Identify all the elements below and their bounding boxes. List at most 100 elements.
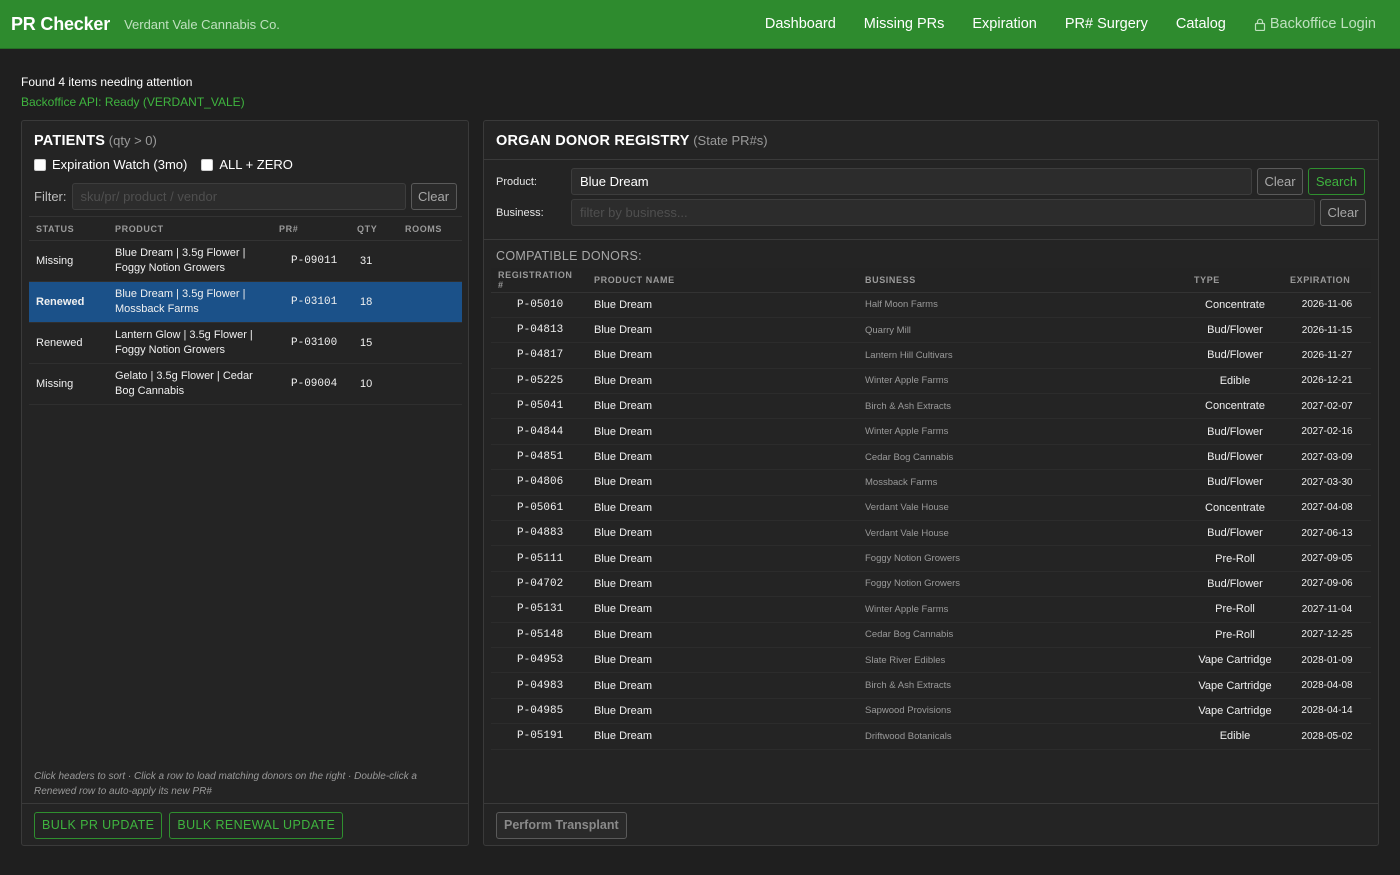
donor-row[interactable]: P-04883 Blue Dream Verdant Vale House Bud/F… xyxy=(491,520,1371,547)
col-expiration[interactable]: EXPIRATION xyxy=(1283,268,1371,293)
business-clear-button[interactable]: Clear xyxy=(1320,199,1366,226)
col-product-name[interactable]: PRODUCT NAME xyxy=(587,268,858,293)
nav-catalog[interactable]: Catalog xyxy=(1176,16,1226,32)
donor-business: Quarry Mill xyxy=(858,317,1187,344)
patient-options: Expiration Watch (3mo) ALL + ZERO xyxy=(34,157,307,172)
donor-registration: P-04985 xyxy=(491,698,587,725)
donor-expiration: 2027-04-08 xyxy=(1283,495,1371,522)
donor-row[interactable]: P-05010 Blue Dream Half Moon Farms Concentr… xyxy=(491,292,1371,318)
donors-table: REGISTRATION # PRODUCT NAME BUSINESS TYP… xyxy=(491,268,1371,750)
donor-row[interactable]: P-04806 Blue Dream Mossback Farms Bud/Flowe… xyxy=(491,469,1371,496)
nav-expiration[interactable]: Expiration xyxy=(972,16,1036,32)
perform-transplant-button[interactable]: Perform Transplant xyxy=(496,811,627,839)
donor-expiration: 2027-06-13 xyxy=(1283,520,1371,547)
donor-product-name: Blue Dream xyxy=(587,368,858,395)
col-rooms[interactable]: ROOMS xyxy=(398,216,462,241)
donor-type: Edible xyxy=(1187,368,1283,395)
patient-pr: P-09011 xyxy=(272,240,350,282)
product-clear-button[interactable]: Clear xyxy=(1257,168,1303,195)
donor-expiration: 2027-09-06 xyxy=(1283,571,1371,598)
patient-product: Gelato | 3.5g Flower | Cedar Bog Cannabi… xyxy=(108,363,272,405)
expiration-watch-checkbox[interactable] xyxy=(34,158,46,171)
patient-row[interactable]: Missing Blue Dream | 3.5g Flower | Foggy… xyxy=(29,240,462,282)
donor-product-name: Blue Dream xyxy=(587,672,858,699)
donor-business: Foggy Notion Growers xyxy=(858,571,1187,598)
patient-row[interactable]: Missing Gelato | 3.5g Flower | Cedar Bog… xyxy=(29,363,462,405)
col-pr[interactable]: PR# xyxy=(272,216,350,241)
donor-row[interactable]: P-04851 Blue Dream Cedar Bog Cannabis Bud/F… xyxy=(491,444,1371,471)
all-zero-toggle[interactable]: ALL + ZERO xyxy=(201,157,293,172)
col-product[interactable]: PRODUCT xyxy=(108,216,272,241)
donor-registration: P-04953 xyxy=(491,647,587,674)
donor-type: Bud/Flower xyxy=(1187,342,1283,369)
donor-registration: P-04844 xyxy=(491,418,587,445)
nav-pr-surgery[interactable]: PR# Surgery xyxy=(1065,16,1148,32)
donor-expiration: 2028-04-08 xyxy=(1283,672,1371,699)
registry-subtitle: (State PR#s) xyxy=(693,133,768,148)
bulk-renewal-update-button[interactable]: BULK RENEWAL UPDATE xyxy=(169,811,344,839)
col-status[interactable]: STATUS xyxy=(29,216,108,241)
app-title[interactable]: PR Checker xyxy=(11,14,110,35)
all-zero-checkbox[interactable] xyxy=(201,158,214,171)
patient-qty: 15 xyxy=(350,322,398,364)
donor-expiration: 2026-12-21 xyxy=(1283,368,1371,395)
donor-row[interactable]: P-05111 Blue Dream Foggy Notion Growers Pre… xyxy=(491,545,1371,572)
donor-row[interactable]: P-04844 Blue Dream Winter Apple Farms Bud/F… xyxy=(491,418,1371,445)
expiration-watch-toggle[interactable]: Expiration Watch (3mo) xyxy=(34,157,187,172)
donor-business: Birch & Ash Extracts xyxy=(858,672,1187,699)
patients-header-row: STATUS PRODUCT PR# QTY ROOMS xyxy=(29,216,462,241)
col-type[interactable]: TYPE xyxy=(1187,268,1283,293)
business-input[interactable] xyxy=(571,199,1315,226)
filter-clear-button[interactable]: Clear xyxy=(410,183,457,210)
product-input[interactable] xyxy=(571,168,1252,195)
donor-row[interactable]: P-04983 Blue Dream Birch & Ash Extracts Vap… xyxy=(491,672,1371,699)
donors-header-row: REGISTRATION # PRODUCT NAME BUSINESS TYP… xyxy=(491,268,1371,293)
nav-dashboard[interactable]: Dashboard xyxy=(765,16,836,32)
donor-row[interactable]: P-04702 Blue Dream Foggy Notion Growers Bud… xyxy=(491,571,1371,598)
donor-registration: P-04851 xyxy=(491,444,587,471)
product-search-row: Product: Clear Search xyxy=(496,168,1365,195)
patient-qty: 18 xyxy=(350,281,398,323)
filter-label: Filter: xyxy=(34,189,67,204)
patients-panel: PATIENTS (qty > 0) Expiration Watch (3mo… xyxy=(21,120,469,846)
donor-product-name: Blue Dream xyxy=(587,317,858,344)
donor-row[interactable]: P-04813 Blue Dream Quarry Mill Bud/Flower 20… xyxy=(491,317,1371,344)
donor-business: Foggy Notion Growers xyxy=(858,545,1187,572)
donor-business: Winter Apple Farms xyxy=(858,418,1187,445)
donor-expiration: 2027-03-30 xyxy=(1283,469,1371,496)
donor-registration: P-05225 xyxy=(491,368,587,395)
col-business[interactable]: BUSINESS xyxy=(858,268,1187,293)
donor-row[interactable]: P-05191 Blue Dream Driftwood Botanicals Edi… xyxy=(491,723,1371,750)
filter-input[interactable] xyxy=(71,183,406,210)
donor-type: Vape Cartridge xyxy=(1187,672,1283,699)
col-registration[interactable]: REGISTRATION # xyxy=(491,268,587,293)
donor-row[interactable]: P-05131 Blue Dream Winter Apple Farms Pre-R… xyxy=(491,596,1371,623)
donor-expiration: 2027-12-25 xyxy=(1283,622,1371,648)
donor-type: Bud/Flower xyxy=(1187,469,1283,496)
donor-row[interactable]: P-04817 Blue Dream Lantern Hill Cultivars B… xyxy=(491,342,1371,369)
donor-row[interactable]: P-04953 Blue Dream Slate River Edibles Vape… xyxy=(491,647,1371,674)
col-qty[interactable]: QTY xyxy=(350,216,398,241)
donor-business: Cedar Bog Cannabis xyxy=(858,622,1187,648)
company-name: Verdant Vale Cannabis Co. xyxy=(124,16,280,32)
donor-business: Winter Apple Farms xyxy=(858,596,1187,623)
patient-row[interactable]: Renewed Lantern Glow | 3.5g Flower | Fog… xyxy=(29,322,462,364)
donor-registration: P-05131 xyxy=(491,596,587,623)
donor-product-name: Blue Dream xyxy=(587,520,858,547)
donors-body: P-05010 Blue Dream Half Moon Farms Concentr… xyxy=(491,292,1371,750)
bulk-pr-update-button[interactable]: BULK PR UPDATE xyxy=(34,811,163,839)
donor-type: Vape Cartridge xyxy=(1187,647,1283,674)
donor-business: Cedar Bog Cannabis xyxy=(858,444,1187,471)
donor-row[interactable]: P-04985 Blue Dream Sapwood Provisions Vape … xyxy=(491,698,1371,725)
backoffice-login-link[interactable]: Backoffice Login xyxy=(1254,16,1376,32)
donor-row[interactable]: P-05041 Blue Dream Birch & Ash Extracts Con… xyxy=(491,393,1371,420)
nav-missing-prs[interactable]: Missing PRs xyxy=(864,16,945,32)
patient-rooms xyxy=(398,322,462,364)
donor-row[interactable]: P-05061 Blue Dream Verdant Vale House Conce… xyxy=(491,495,1371,522)
search-button[interactable]: Search xyxy=(1308,168,1365,195)
patient-rooms xyxy=(398,240,462,282)
donor-row[interactable]: P-05148 Blue Dream Cedar Bog Cannabis Pre-R… xyxy=(491,622,1371,648)
donor-row[interactable]: P-05225 Blue Dream Winter Apple Farms Edibl… xyxy=(491,368,1371,395)
patient-row-selected[interactable]: Renewed Blue Dream | 3.5g Flower | Mossb… xyxy=(29,281,462,323)
donor-registration: P-05061 xyxy=(491,495,587,522)
